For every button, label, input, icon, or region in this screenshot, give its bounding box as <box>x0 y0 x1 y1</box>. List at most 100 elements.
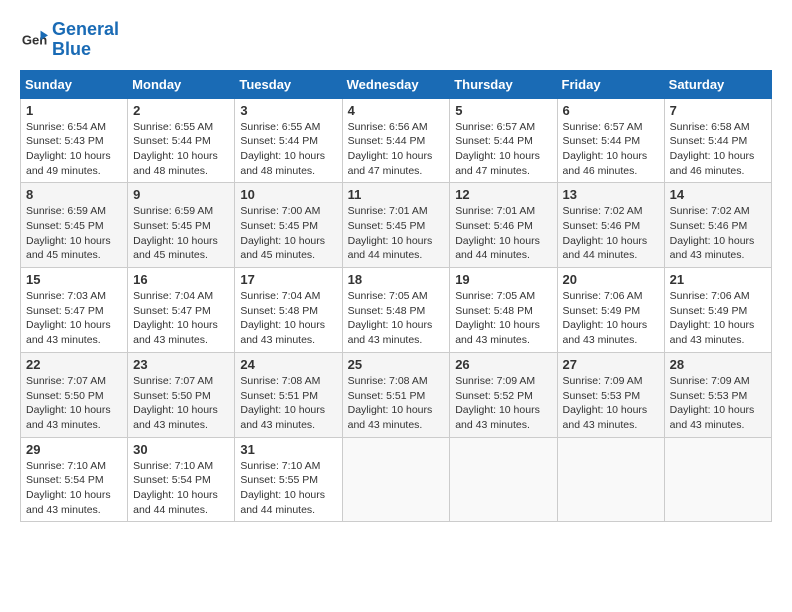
logo-text: General Blue <box>52 20 119 60</box>
day-info: Sunrise: 6:58 AMSunset: 5:44 PMDaylight:… <box>670 120 766 179</box>
day-info: Sunrise: 7:10 AMSunset: 5:55 PMDaylight:… <box>240 459 336 518</box>
calendar-cell: 17 Sunrise: 7:04 AMSunset: 5:48 PMDayligh… <box>235 268 342 353</box>
logo: Gen General Blue <box>20 20 119 60</box>
calendar-cell <box>450 437 557 522</box>
calendar-cell: 22 Sunrise: 7:07 AMSunset: 5:50 PMDayligh… <box>21 352 128 437</box>
calendar-cell: 14Sunrise: 7:02 AMSunset: 5:46 PMDayligh… <box>664 183 771 268</box>
day-number: 16 <box>133 272 229 287</box>
day-info: Sunrise: 6:57 AMSunset: 5:44 PMDaylight:… <box>455 120 551 179</box>
day-number: 5 <box>455 103 551 118</box>
calendar-cell: 23 Sunrise: 7:07 AMSunset: 5:50 PMDayligh… <box>128 352 235 437</box>
day-info: Sunrise: 7:07 AMSunset: 5:50 PMDaylight:… <box>26 374 122 433</box>
day-info: Sunrise: 7:03 AMSunset: 5:47 PMDaylight:… <box>26 289 122 348</box>
calendar-cell: 11Sunrise: 7:01 AMSunset: 5:45 PMDayligh… <box>342 183 450 268</box>
calendar-cell <box>342 437 450 522</box>
calendar-row-week-1: 1Sunrise: 6:54 AMSunset: 5:43 PMDaylight… <box>21 98 772 183</box>
day-number: 6 <box>563 103 659 118</box>
calendar-cell: 4 Sunrise: 6:56 AMSunset: 5:44 PMDaylight… <box>342 98 450 183</box>
day-number: 15 <box>26 272 122 287</box>
day-info: Sunrise: 7:02 AMSunset: 5:46 PMDaylight:… <box>563 204 659 263</box>
day-number: 7 <box>670 103 766 118</box>
calendar-cell: 31Sunrise: 7:10 AMSunset: 5:55 PMDayligh… <box>235 437 342 522</box>
day-info: Sunrise: 7:04 AMSunset: 5:47 PMDaylight:… <box>133 289 229 348</box>
calendar-cell: 16 Sunrise: 7:04 AMSunset: 5:47 PMDayligh… <box>128 268 235 353</box>
calendar-header-wednesday: Wednesday <box>342 70 450 98</box>
calendar-cell: 28 Sunrise: 7:09 AMSunset: 5:53 PMDayligh… <box>664 352 771 437</box>
calendar-cell: 3 Sunrise: 6:55 AMSunset: 5:44 PMDaylight… <box>235 98 342 183</box>
day-info: Sunrise: 7:06 AMSunset: 5:49 PMDaylight:… <box>563 289 659 348</box>
day-info: Sunrise: 7:08 AMSunset: 5:51 PMDaylight:… <box>348 374 445 433</box>
day-number: 17 <box>240 272 336 287</box>
day-info: Sunrise: 7:02 AMSunset: 5:46 PMDaylight:… <box>670 204 766 263</box>
day-number: 21 <box>670 272 766 287</box>
calendar-cell: 2 Sunrise: 6:55 AMSunset: 5:44 PMDaylight… <box>128 98 235 183</box>
calendar-cell: 7 Sunrise: 6:58 AMSunset: 5:44 PMDaylight… <box>664 98 771 183</box>
day-number: 25 <box>348 357 445 372</box>
day-info: Sunrise: 7:04 AMSunset: 5:48 PMDaylight:… <box>240 289 336 348</box>
day-info: Sunrise: 6:59 AMSunset: 5:45 PMDaylight:… <box>26 204 122 263</box>
calendar-header-friday: Friday <box>557 70 664 98</box>
day-number: 28 <box>670 357 766 372</box>
day-info: Sunrise: 7:09 AMSunset: 5:52 PMDaylight:… <box>455 374 551 433</box>
day-info: Sunrise: 7:09 AMSunset: 5:53 PMDaylight:… <box>670 374 766 433</box>
calendar-cell: 13 Sunrise: 7:02 AMSunset: 5:46 PMDayligh… <box>557 183 664 268</box>
calendar-cell: 24 Sunrise: 7:08 AMSunset: 5:51 PMDayligh… <box>235 352 342 437</box>
calendar-header-sunday: Sunday <box>21 70 128 98</box>
calendar-cell: 6 Sunrise: 6:57 AMSunset: 5:44 PMDaylight… <box>557 98 664 183</box>
day-info: Sunrise: 6:54 AMSunset: 5:43 PMDaylight:… <box>26 120 122 179</box>
calendar-header-row: SundayMondayTuesdayWednesdayThursdayFrid… <box>21 70 772 98</box>
day-number: 4 <box>348 103 445 118</box>
calendar-cell: 5 Sunrise: 6:57 AMSunset: 5:44 PMDaylight… <box>450 98 557 183</box>
day-number: 27 <box>563 357 659 372</box>
calendar-cell: 15 Sunrise: 7:03 AMSunset: 5:47 PMDayligh… <box>21 268 128 353</box>
day-info: Sunrise: 7:05 AMSunset: 5:48 PMDaylight:… <box>455 289 551 348</box>
calendar-cell: 30 Sunrise: 7:10 AMSunset: 5:54 PMDayligh… <box>128 437 235 522</box>
page-header: Gen General Blue <box>20 20 772 60</box>
calendar-cell: 10 Sunrise: 7:00 AMSunset: 5:45 PMDayligh… <box>235 183 342 268</box>
calendar-body: 1Sunrise: 6:54 AMSunset: 5:43 PMDaylight… <box>21 98 772 522</box>
calendar-header-monday: Monday <box>128 70 235 98</box>
calendar-cell: 1Sunrise: 6:54 AMSunset: 5:43 PMDaylight… <box>21 98 128 183</box>
day-info: Sunrise: 7:01 AMSunset: 5:46 PMDaylight:… <box>455 204 551 263</box>
day-number: 24 <box>240 357 336 372</box>
day-number: 9 <box>133 187 229 202</box>
calendar-row-week-2: 8 Sunrise: 6:59 AMSunset: 5:45 PMDaylight… <box>21 183 772 268</box>
calendar-header-saturday: Saturday <box>664 70 771 98</box>
calendar-cell: 20 Sunrise: 7:06 AMSunset: 5:49 PMDayligh… <box>557 268 664 353</box>
day-number: 10 <box>240 187 336 202</box>
day-info: Sunrise: 7:00 AMSunset: 5:45 PMDaylight:… <box>240 204 336 263</box>
calendar-cell: 27 Sunrise: 7:09 AMSunset: 5:53 PMDayligh… <box>557 352 664 437</box>
day-info: Sunrise: 7:08 AMSunset: 5:51 PMDaylight:… <box>240 374 336 433</box>
day-info: Sunrise: 7:05 AMSunset: 5:48 PMDaylight:… <box>348 289 445 348</box>
calendar-header-thursday: Thursday <box>450 70 557 98</box>
calendar-cell: 9 Sunrise: 6:59 AMSunset: 5:45 PMDaylight… <box>128 183 235 268</box>
day-info: Sunrise: 7:10 AMSunset: 5:54 PMDaylight:… <box>133 459 229 518</box>
calendar-row-week-3: 15 Sunrise: 7:03 AMSunset: 5:47 PMDayligh… <box>21 268 772 353</box>
calendar-header-tuesday: Tuesday <box>235 70 342 98</box>
day-number: 8 <box>26 187 122 202</box>
day-number: 20 <box>563 272 659 287</box>
day-number: 12 <box>455 187 551 202</box>
day-number: 23 <box>133 357 229 372</box>
day-number: 3 <box>240 103 336 118</box>
day-info: Sunrise: 7:09 AMSunset: 5:53 PMDaylight:… <box>563 374 659 433</box>
calendar-cell: 19Sunrise: 7:05 AMSunset: 5:48 PMDayligh… <box>450 268 557 353</box>
calendar-cell: 21Sunrise: 7:06 AMSunset: 5:49 PMDayligh… <box>664 268 771 353</box>
day-number: 22 <box>26 357 122 372</box>
day-number: 2 <box>133 103 229 118</box>
day-info: Sunrise: 6:55 AMSunset: 5:44 PMDaylight:… <box>240 120 336 179</box>
day-number: 18 <box>348 272 445 287</box>
day-number: 13 <box>563 187 659 202</box>
day-info: Sunrise: 6:56 AMSunset: 5:44 PMDaylight:… <box>348 120 445 179</box>
calendar-cell: 8 Sunrise: 6:59 AMSunset: 5:45 PMDaylight… <box>21 183 128 268</box>
calendar-row-week-5: 29Sunrise: 7:10 AMSunset: 5:54 PMDayligh… <box>21 437 772 522</box>
day-info: Sunrise: 7:07 AMSunset: 5:50 PMDaylight:… <box>133 374 229 433</box>
day-info: Sunrise: 6:59 AMSunset: 5:45 PMDaylight:… <box>133 204 229 263</box>
day-info: Sunrise: 6:55 AMSunset: 5:44 PMDaylight:… <box>133 120 229 179</box>
calendar-cell: 25 Sunrise: 7:08 AMSunset: 5:51 PMDayligh… <box>342 352 450 437</box>
calendar-cell: 18 Sunrise: 7:05 AMSunset: 5:48 PMDayligh… <box>342 268 450 353</box>
day-info: Sunrise: 6:57 AMSunset: 5:44 PMDaylight:… <box>563 120 659 179</box>
calendar-cell: 12 Sunrise: 7:01 AMSunset: 5:46 PMDayligh… <box>450 183 557 268</box>
day-number: 30 <box>133 442 229 457</box>
calendar-cell <box>557 437 664 522</box>
